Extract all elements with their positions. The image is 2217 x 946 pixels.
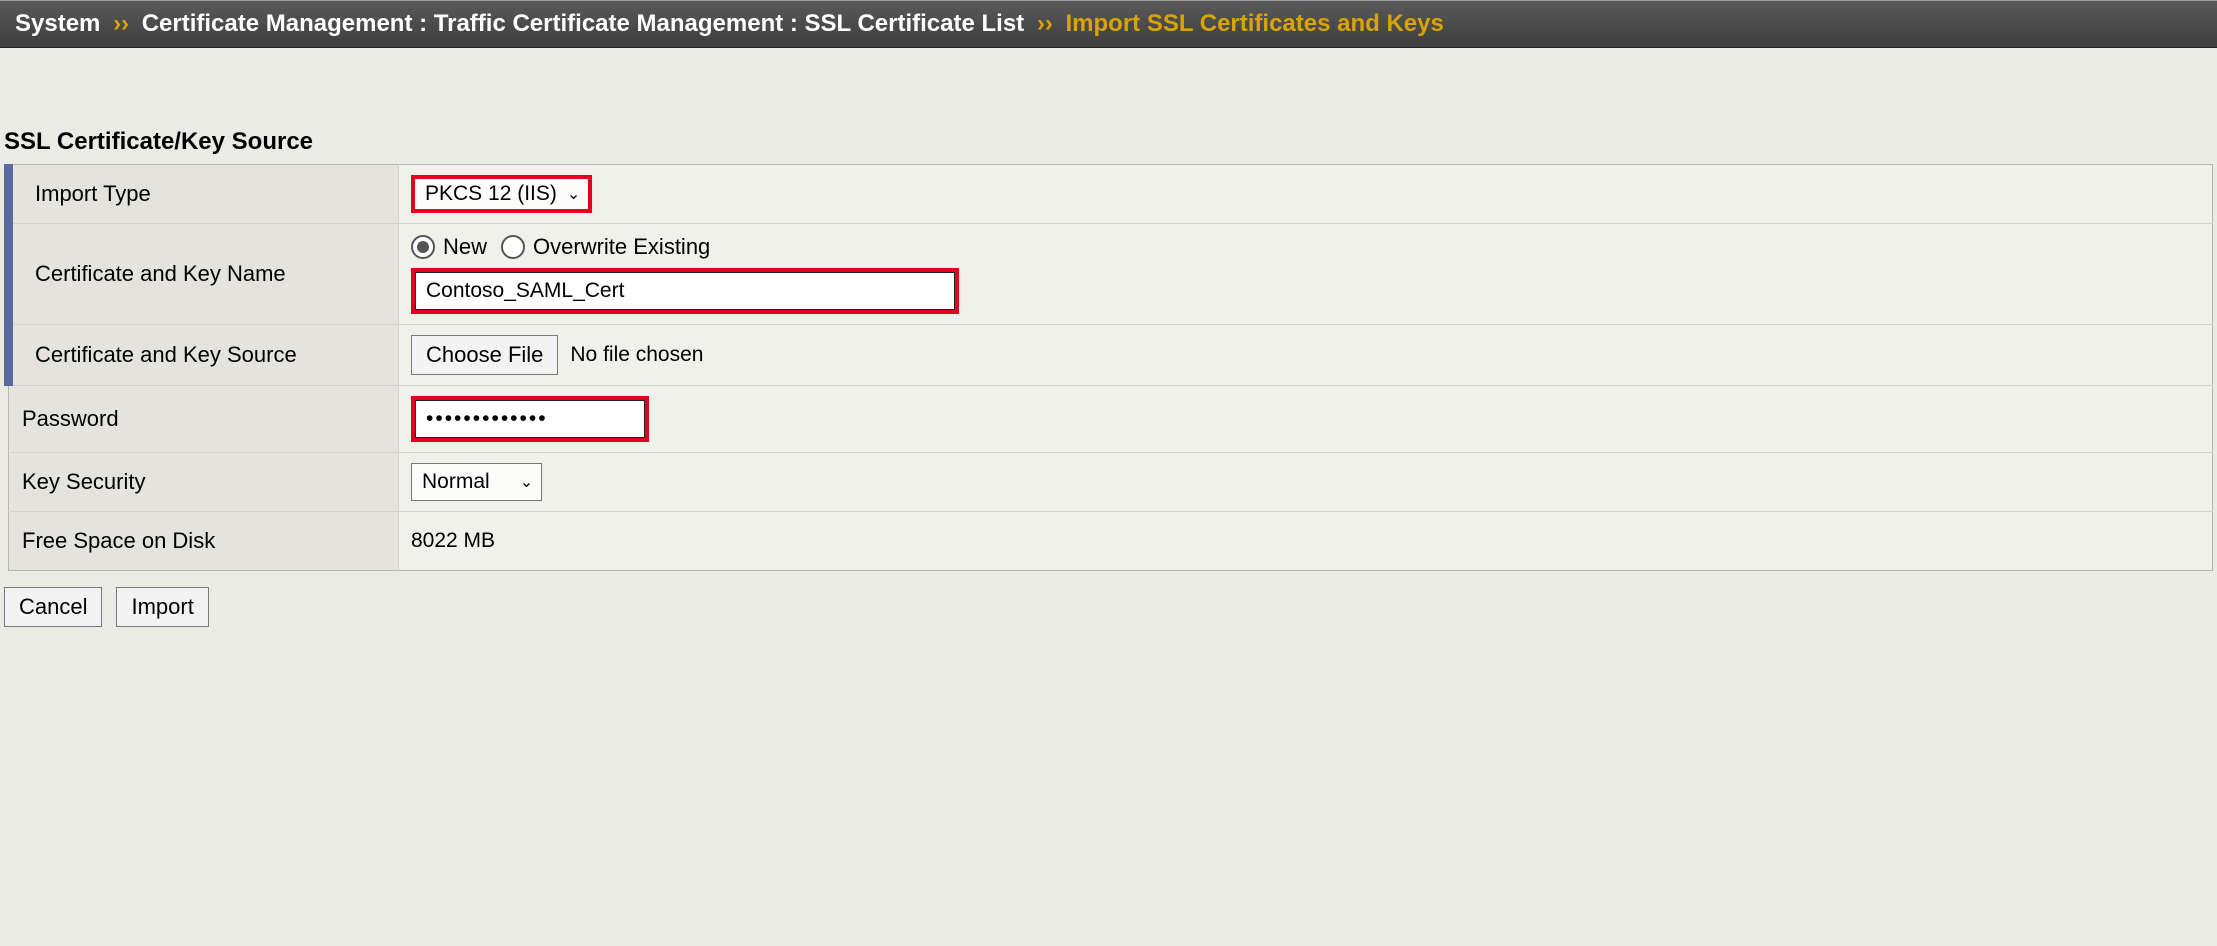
breadcrumb-sep-icon: ›› xyxy=(113,10,129,37)
breadcrumb-current: Import SSL Certificates and Keys xyxy=(1066,10,1444,37)
section-title: SSL Certificate/Key Source xyxy=(0,88,2217,164)
cert-name-input[interactable] xyxy=(415,272,955,310)
chevron-down-icon: ⌄ xyxy=(567,184,580,204)
breadcrumb: System ›› Certificate Management : Traff… xyxy=(0,0,2217,48)
ssl-source-form: Import Type PKCS 12 (IIS) ⌄ Certificate … xyxy=(4,164,2213,571)
key-security-label: Key Security xyxy=(9,453,399,512)
breadcrumb-root[interactable]: System xyxy=(15,10,100,37)
choose-file-button[interactable]: Choose File xyxy=(411,335,558,375)
import-type-selected-value: PKCS 12 (IIS) xyxy=(425,182,557,206)
key-security-selected-value: Normal xyxy=(422,470,490,494)
free-space-value: 8022 MB xyxy=(411,529,495,552)
import-button[interactable]: Import xyxy=(116,587,208,627)
password-label: Password xyxy=(9,386,399,453)
import-type-label: Import Type xyxy=(9,165,399,224)
key-security-select[interactable]: Normal ⌄ xyxy=(411,463,542,501)
cert-key-source-label: Certificate and Key Source xyxy=(9,325,399,386)
name-mode-new-radio[interactable] xyxy=(411,235,435,259)
password-input[interactable] xyxy=(415,400,645,438)
name-mode-new-label: New xyxy=(443,234,487,260)
name-mode-overwrite-label: Overwrite Existing xyxy=(533,234,710,260)
button-bar: Cancel Import xyxy=(0,571,2217,643)
breadcrumb-sep-icon: ›› xyxy=(1037,10,1053,37)
chevron-down-icon: ⌄ xyxy=(520,472,533,492)
no-file-chosen-text: No file chosen xyxy=(570,343,703,367)
cert-key-name-label: Certificate and Key Name xyxy=(9,224,399,325)
name-mode-overwrite-radio[interactable] xyxy=(501,235,525,259)
cancel-button[interactable]: Cancel xyxy=(4,587,102,627)
breadcrumb-path[interactable]: Certificate Management : Traffic Certifi… xyxy=(142,10,1024,37)
free-space-label: Free Space on Disk xyxy=(9,512,399,571)
import-type-select[interactable]: PKCS 12 (IIS) ⌄ xyxy=(411,175,592,213)
